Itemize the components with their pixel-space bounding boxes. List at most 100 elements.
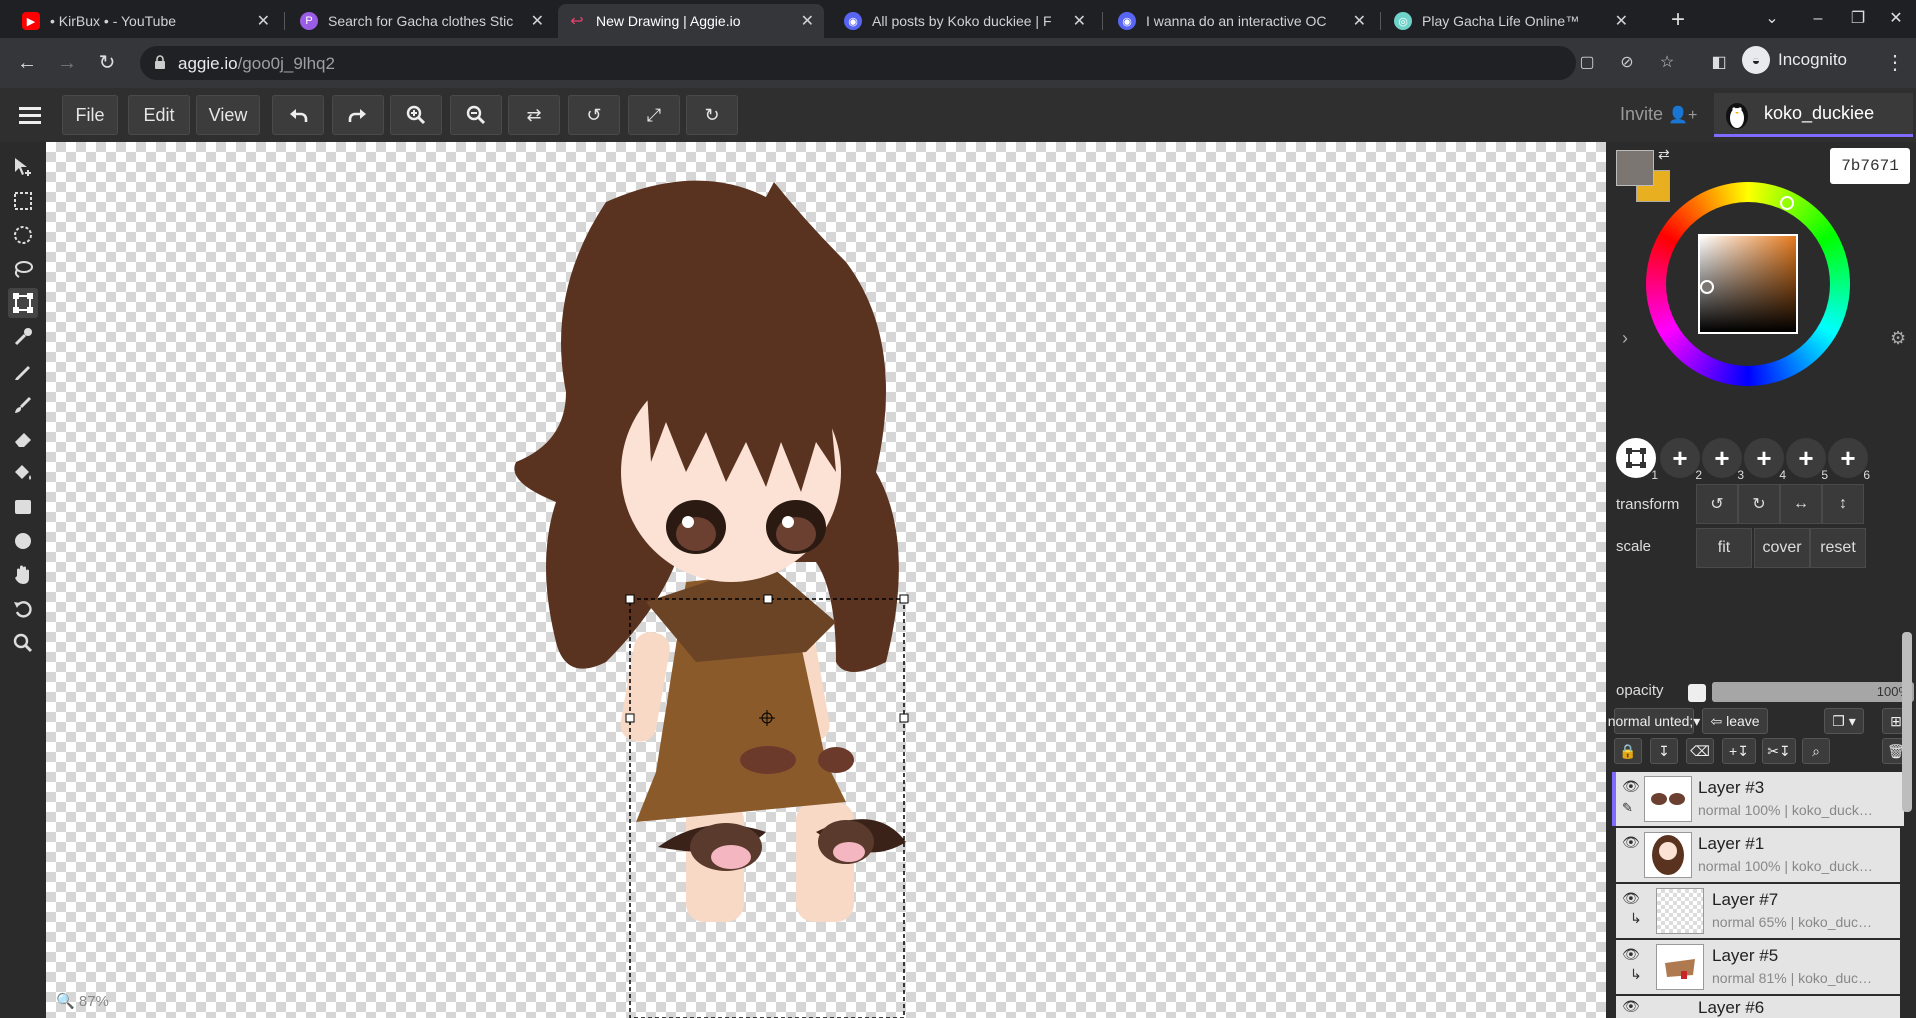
merge-down-icon[interactable]: +↧ (1722, 738, 1756, 764)
tool-slot-1[interactable]: 1 (1616, 438, 1658, 482)
gear-icon[interactable]: ⚙ (1890, 328, 1906, 349)
clear-layer-icon[interactable]: ⌫ (1686, 738, 1714, 764)
tool-slot-4[interactable]: +4 (1744, 438, 1786, 482)
url-input[interactable]: aggie.io/goo0j_9lhq2 ▢ ⊘ ☆ (140, 46, 1674, 80)
visibility-eye-icon[interactable]: 👁 (1622, 998, 1640, 1015)
visibility-eye-icon[interactable]: 👁 (1622, 946, 1640, 963)
edit-menu-button[interactable]: Edit (128, 95, 190, 135)
rect-select-icon[interactable] (8, 186, 38, 216)
tab-discord-oc[interactable]: ◉ I wanna do an interactive OC ✕ (1108, 4, 1376, 38)
hue-picker-handle[interactable] (1780, 196, 1794, 210)
hue-wheel[interactable] (1646, 182, 1850, 386)
ellipse-select-icon[interactable] (8, 220, 38, 250)
drawing-canvas[interactable]: 🔍 87% (46, 142, 1606, 1018)
tab-aggie[interactable]: ↩ New Drawing | Aggie.io ✕ (558, 4, 824, 38)
visibility-eye-icon[interactable]: 👁 (1622, 834, 1640, 851)
zoom-out-icon[interactable] (450, 95, 502, 135)
flip-vertical-button[interactable]: ↕ (1822, 484, 1864, 524)
rotate-ccw-button[interactable]: ↺ (1696, 484, 1738, 524)
saturation-value-square[interactable] (1698, 234, 1798, 334)
layer-item-6[interactable]: 👁 Layer #6 (1616, 996, 1900, 1018)
scale-reset-button[interactable]: reset (1810, 528, 1866, 568)
opacity-slider[interactable]: 100% (1712, 682, 1914, 702)
tool-slot-2[interactable]: +2 (1660, 438, 1702, 482)
redo-icon[interactable] (332, 95, 384, 135)
transform-tool-icon[interactable] (8, 288, 38, 318)
undo-icon[interactable] (272, 95, 324, 135)
close-tab-icon[interactable]: ✕ (1073, 11, 1086, 31)
browser-menu-icon[interactable]: ⋮ (1880, 48, 1910, 78)
pencil-icon[interactable] (8, 356, 38, 386)
ellipse-shape-icon[interactable] (8, 526, 38, 556)
lasso-icon[interactable] (8, 254, 38, 284)
tool-slot-5[interactable]: +5 (1786, 438, 1828, 482)
close-tab-icon[interactable]: ✕ (1615, 11, 1628, 31)
tab-search-icon[interactable]: ⌄ (1752, 4, 1792, 34)
fullscreen-icon[interactable]: ⤢ (628, 95, 680, 135)
visibility-eye-icon[interactable]: 👁 (1622, 890, 1640, 907)
restore-icon[interactable]: ❐ (1838, 4, 1878, 34)
close-window-icon[interactable]: ✕ (1876, 4, 1916, 34)
forward-icon[interactable]: → (52, 48, 82, 78)
invite-button[interactable]: Invite 👤+ (1620, 104, 1697, 125)
clipboard-icon[interactable]: ▢ (1576, 52, 1598, 74)
expand-panel-icon[interactable]: › (1622, 328, 1628, 349)
brush-icon[interactable] (8, 390, 38, 420)
visibility-eye-icon[interactable]: 👁 (1622, 778, 1640, 795)
hamburger-menu-icon[interactable] (6, 95, 54, 135)
rotate-right-icon[interactable]: ↻ (686, 95, 738, 135)
tab-gacha[interactable]: ◎ Play Gacha Life Online™ ✕ (1384, 4, 1638, 38)
scale-fit-button[interactable]: fit (1696, 528, 1752, 568)
view-menu-button[interactable]: View (196, 95, 260, 135)
reload-icon[interactable]: ↻ (92, 48, 122, 78)
side-panel-icon[interactable]: ◧ (1704, 48, 1734, 78)
rotate-cw-button[interactable]: ↻ (1738, 484, 1780, 524)
rotate-left-icon[interactable]: ↺ (568, 95, 620, 135)
rectangle-shape-icon[interactable] (8, 492, 38, 522)
rotate-view-icon[interactable] (8, 594, 38, 624)
opacity-lock-checkbox[interactable] (1688, 684, 1706, 702)
move-tool-icon[interactable] (8, 152, 38, 182)
minimize-icon[interactable]: – (1798, 4, 1838, 34)
user-badge[interactable]: koko_duckiee (1714, 93, 1913, 137)
hex-color-input[interactable]: 7b7671 (1830, 148, 1910, 184)
tab-discord-posts[interactable]: ◉ All posts by Koko duckiee | F ✕ (834, 4, 1096, 38)
file-menu-button[interactable]: File (62, 95, 118, 135)
scale-cover-button[interactable]: cover (1754, 528, 1810, 568)
tool-slot-6[interactable]: +6 (1828, 438, 1870, 482)
flip-horizontal-button[interactable]: ↔ (1780, 484, 1822, 524)
blend-mode-select[interactable]: normal unted;▾ (1608, 708, 1700, 734)
layer-item-5[interactable]: 👁 ↳ Layer #5 normal 81% | koko_duc… (1616, 940, 1900, 994)
tool-slot-3[interactable]: +3 (1702, 438, 1744, 482)
flip-canvas-icon[interactable]: ⇄ (508, 95, 560, 135)
primary-color-swatch-front[interactable] (1616, 150, 1654, 186)
close-tab-icon[interactable]: ✕ (531, 11, 544, 31)
eye-off-icon[interactable]: ⊘ (1616, 52, 1638, 74)
close-tab-icon[interactable]: ✕ (257, 11, 270, 31)
zoom-tool-icon[interactable] (8, 628, 38, 658)
cut-merge-icon[interactable]: ✂↧ (1762, 738, 1796, 764)
layer-item-1[interactable]: 👁 Layer #1 normal 100% | koko_duck… (1616, 828, 1900, 882)
duplicate-layer-icon[interactable]: ❐ ▾ (1824, 708, 1864, 734)
paint-bucket-icon[interactable] (8, 458, 38, 488)
close-tab-icon[interactable]: ✕ (801, 11, 814, 31)
bookmark-star-icon[interactable]: ☆ (1656, 52, 1678, 74)
incognito-badge[interactable]: ◒ Incognito (1742, 44, 1847, 76)
tab-picsart[interactable]: P Search for Gacha clothes Stic ✕ (290, 4, 554, 38)
swap-colors-icon[interactable]: ⇄ (1658, 146, 1670, 163)
new-tab-button[interactable]: + (1664, 6, 1692, 34)
close-tab-icon[interactable]: ✕ (1353, 11, 1366, 31)
back-icon[interactable]: ← (12, 48, 42, 78)
zoom-in-icon[interactable] (390, 95, 442, 135)
sv-picker-handle[interactable] (1700, 280, 1714, 294)
tab-youtube[interactable]: ▶ • KirBux • - YouTube ✕ (12, 4, 280, 38)
lock-layer-icon[interactable]: 🔒 (1614, 738, 1642, 764)
clip-layer-icon[interactable]: ↧ (1650, 738, 1678, 764)
hand-pan-icon[interactable] (8, 560, 38, 590)
layers-scrollbar[interactable] (1902, 632, 1912, 812)
leave-layer-button[interactable]: ⇦ leave (1702, 708, 1768, 734)
layer-item-3[interactable]: 👁 ✎ Layer #3 normal 100% | koko_duck… (1612, 772, 1904, 826)
eraser-icon[interactable] (8, 424, 38, 454)
eyedropper-icon[interactable] (8, 322, 38, 352)
layer-item-7[interactable]: 👁 ↳ Layer #7 normal 65% | koko_duc… (1616, 884, 1900, 938)
